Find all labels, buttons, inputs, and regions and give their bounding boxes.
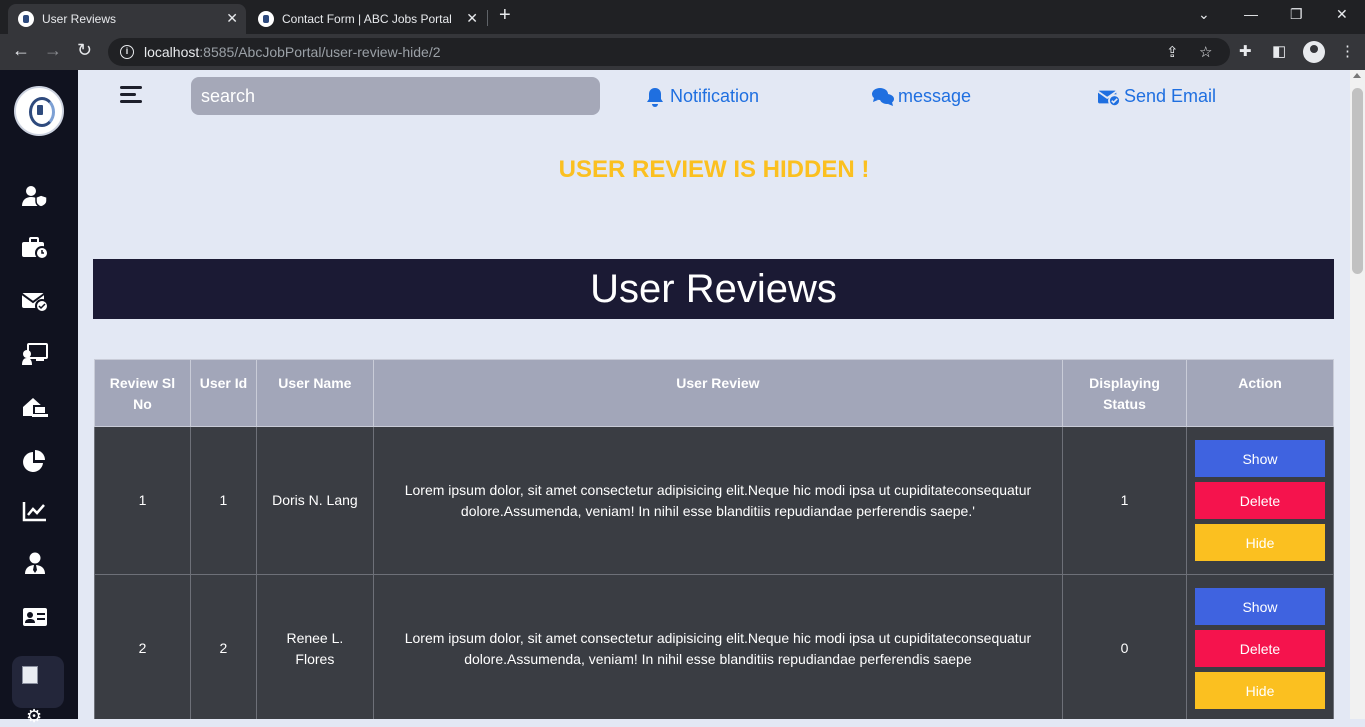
gear-icon[interactable]: ⚙ (26, 706, 42, 727)
scroll-up-arrow-icon[interactable] (1353, 73, 1361, 78)
hide-button[interactable]: Hide (1194, 524, 1325, 561)
main-content: Notification message Send Email USER REV… (78, 70, 1350, 719)
message-link[interactable]: message (872, 86, 971, 107)
column-header: Review Sl No (94, 359, 191, 427)
browser-menu-icon[interactable]: ⋮ (1340, 42, 1355, 60)
extensions-icon[interactable]: ✚ (1239, 42, 1252, 60)
tab-search-icon[interactable]: ⌄ (1198, 6, 1210, 23)
notification-link[interactable]: Notification (644, 86, 759, 107)
tab-title: Contact Form | ABC Jobs Portal (282, 12, 452, 26)
show-button[interactable]: Show (1194, 440, 1325, 477)
delete-button[interactable]: Delete (1194, 630, 1325, 667)
house-laptop-icon[interactable] (22, 396, 48, 418)
browser-toolbar: ← → ↻ i localhost:8585/AbcJobPortal/user… (0, 34, 1365, 70)
close-tab-icon[interactable]: ✕ (466, 10, 478, 27)
tab-divider (487, 10, 488, 26)
show-button[interactable]: Show (1194, 588, 1325, 625)
column-header: Displaying Status (1062, 359, 1187, 427)
column-header: Action (1185, 359, 1335, 427)
user-name-cell: Renee L. Flores (255, 574, 374, 719)
display-status-cell: 0 (1062, 574, 1187, 719)
close-tab-icon[interactable]: ✕ (226, 10, 238, 27)
envelope-check-icon[interactable] (21, 290, 49, 313)
user-review-cell: Lorem ipsum dolor, sit amet consectetur … (372, 426, 1064, 575)
user-shield-icon[interactable] (22, 185, 48, 208)
send-email-link[interactable]: Send Email (1098, 86, 1216, 107)
user-id-cell: 2 (189, 574, 257, 719)
new-tab-icon[interactable]: + (499, 4, 511, 27)
profile-avatar-icon[interactable] (1303, 41, 1325, 63)
url-path: :8585/AbcJobPortal/user-review-hide/2 (199, 44, 441, 60)
chalkboard-user-icon[interactable] (22, 343, 48, 365)
sidebar: ⚙ (0, 70, 78, 726)
close-window-icon[interactable]: ✕ (1336, 6, 1348, 23)
search-input[interactable] (191, 77, 600, 115)
user-tie-icon[interactable] (22, 552, 48, 574)
hide-button[interactable]: Hide (1194, 672, 1325, 709)
site-favicon-icon (258, 11, 274, 27)
notification-label: Notification (670, 86, 760, 106)
back-icon[interactable]: ← (12, 40, 30, 61)
send-email-label: Send Email (1124, 86, 1217, 106)
user-reviews-table: Review Sl No User Id User Name User Revi… (94, 359, 1335, 719)
abc-jobs-logo[interactable] (14, 86, 64, 136)
side-panel-icon[interactable]: ◧ (1272, 42, 1286, 60)
browser-tab-strip: User Reviews ✕ Contact Form | ABC Jobs P… (0, 0, 1365, 34)
line-chart-icon[interactable] (22, 500, 48, 522)
reload-icon[interactable]: ↻ (77, 40, 92, 61)
address-bar[interactable]: i localhost:8585/AbcJobPortal/user-revie… (108, 38, 1230, 66)
bell-icon (647, 87, 663, 107)
restore-icon[interactable]: ❐ (1290, 6, 1303, 23)
review-sl-cell: 2 (94, 574, 191, 719)
table-header-row: Review Sl No User Id User Name User Revi… (94, 359, 1335, 427)
tab-user-reviews[interactable]: User Reviews ✕ (8, 4, 246, 34)
bookmark-star-icon[interactable]: ☆ (1199, 43, 1212, 61)
share-icon[interactable]: ⇪ (1166, 43, 1179, 61)
message-label: message (898, 86, 972, 106)
hamburger-menu-icon[interactable] (120, 86, 142, 104)
site-favicon-icon (18, 11, 34, 27)
display-status-cell: 1 (1062, 426, 1187, 575)
table-row: 1 1 Doris N. Lang Lorem ipsum dolor, sit… (94, 426, 1335, 575)
action-cell: Show Delete Hide (1185, 574, 1335, 719)
minimize-icon[interactable]: — (1244, 6, 1258, 22)
briefcase-icon[interactable] (22, 237, 49, 260)
status-alert: USER REVIEW IS HIDDEN ! (558, 156, 870, 183)
tab-contact-form[interactable]: Contact Form | ABC Jobs Portal ✕ (248, 4, 486, 34)
user-id-cell: 1 (189, 426, 257, 575)
id-card-icon[interactable] (22, 606, 48, 628)
tab-title: User Reviews (42, 12, 117, 26)
envelope-check-icon (1098, 90, 1120, 107)
comments-icon (872, 87, 894, 106)
table-row: 2 2 Renee L. Flores Lorem ipsum dolor, s… (94, 574, 1335, 719)
url-host: localhost (144, 44, 200, 60)
user-review-cell: Lorem ipsum dolor, sit amet consectetur … (372, 574, 1064, 719)
delete-button[interactable]: Delete (1194, 482, 1325, 519)
column-header: User Review (372, 359, 1064, 427)
action-cell: Show Delete Hide (1185, 426, 1335, 575)
pie-chart-icon[interactable] (22, 450, 48, 472)
page-title: User Reviews (93, 259, 1334, 319)
column-header: User Id (189, 359, 257, 427)
user-name-cell: Doris N. Lang (255, 426, 374, 575)
site-info-icon[interactable]: i (120, 45, 134, 59)
scrollbar-thumb[interactable] (1352, 88, 1363, 274)
review-sl-cell: 1 (94, 426, 191, 575)
broken-image-icon[interactable] (12, 656, 64, 708)
column-header: User Name (255, 359, 374, 427)
forward-icon[interactable]: → (44, 40, 62, 61)
